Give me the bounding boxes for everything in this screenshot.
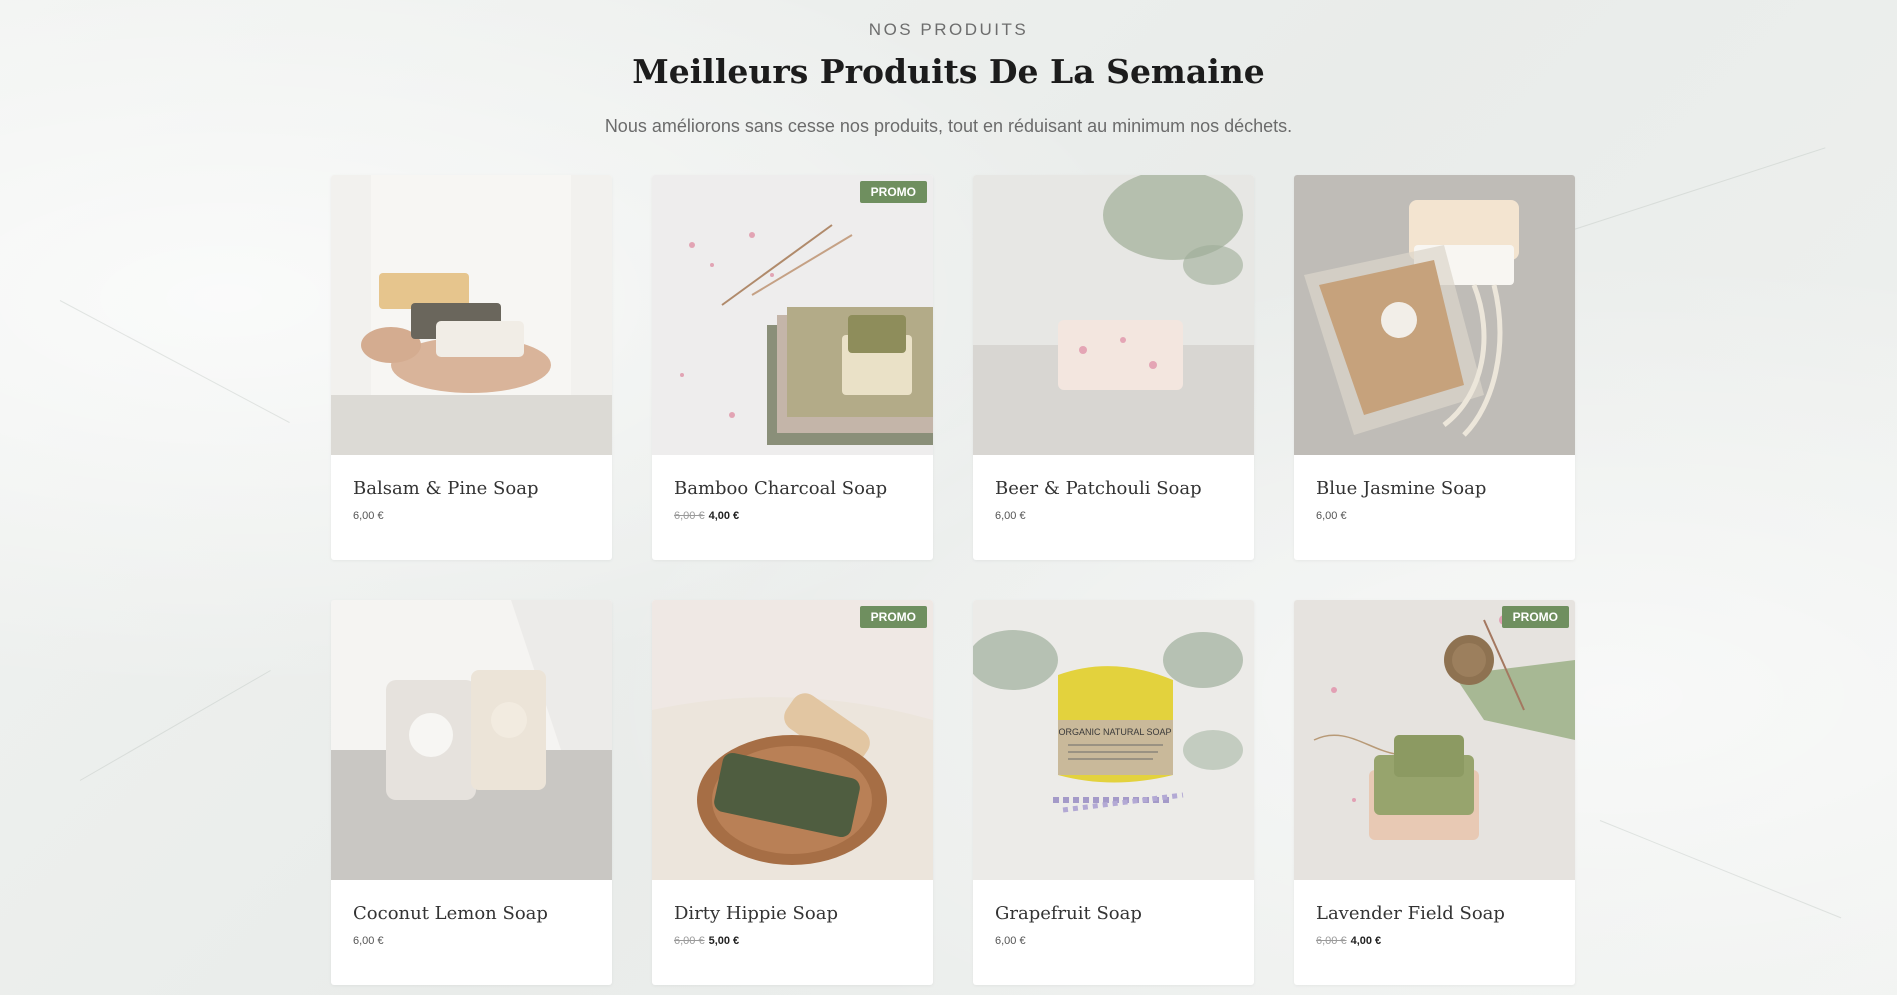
product-name[interactable]: Beer & Patchouli Soap bbox=[995, 478, 1202, 499]
old-price: 6,00 € bbox=[674, 935, 705, 947]
old-price: 6,00 € bbox=[1316, 935, 1347, 947]
current-price: 4,00 € bbox=[708, 510, 740, 522]
product-price: 6,00 €4,00 € bbox=[1316, 935, 1381, 947]
current-price: 6,00 € bbox=[995, 510, 1026, 522]
soap-label-text: ORGANIC NATURAL SOAP bbox=[1058, 727, 1171, 737]
current-price: 6,00 € bbox=[353, 935, 384, 947]
product-card[interactable]: PROMO Dirty Hippie Soap 6,00 €5,00 € bbox=[652, 600, 933, 985]
product-name[interactable]: Grapefruit Soap bbox=[995, 903, 1142, 924]
product-price: 6,00 € bbox=[995, 510, 1026, 522]
current-price: 6,00 € bbox=[353, 510, 384, 522]
product-card[interactable]: Blue Jasmine Soap 6,00 € bbox=[1294, 175, 1575, 560]
section-subtitle: Nous améliorons sans cesse nos produits,… bbox=[604, 116, 1293, 136]
current-price: 4,00 € bbox=[1350, 935, 1382, 947]
product-grid: Balsam & Pine Soap 6,00 € PROMO Bamboo C… bbox=[331, 175, 1575, 985]
product-name[interactable]: Dirty Hippie Soap bbox=[674, 903, 838, 924]
product-name[interactable]: Blue Jasmine Soap bbox=[1316, 478, 1486, 499]
product-card[interactable]: Coconut Lemon Soap 6,00 € bbox=[331, 600, 612, 985]
product-name[interactable]: Bamboo Charcoal Soap bbox=[674, 478, 887, 499]
promo-badge: PROMO bbox=[859, 606, 927, 628]
product-name[interactable]: Balsam & Pine Soap bbox=[353, 478, 538, 499]
product-card[interactable]: ORGANIC NATURAL SOAP Grapefruit Soap 6,0… bbox=[973, 600, 1254, 985]
product-price: 6,00 € bbox=[353, 510, 384, 522]
product-card[interactable]: PROMO Lavender Field Soap 6,00 €4,00 € bbox=[1294, 600, 1575, 985]
promo-badge: PROMO bbox=[1501, 606, 1569, 628]
product-name[interactable]: Coconut Lemon Soap bbox=[353, 903, 548, 924]
current-price: 6,00 € bbox=[995, 935, 1026, 947]
product-image[interactable]: PROMO bbox=[652, 175, 933, 455]
product-name[interactable]: Lavender Field Soap bbox=[1316, 903, 1505, 924]
product-price: 6,00 € bbox=[995, 935, 1026, 947]
product-image[interactable] bbox=[331, 600, 612, 880]
old-price: 6,00 € bbox=[674, 510, 705, 522]
product-image[interactable]: ORGANIC NATURAL SOAP bbox=[973, 600, 1254, 880]
product-card[interactable]: Beer & Patchouli Soap 6,00 € bbox=[973, 175, 1254, 560]
product-price: 6,00 €5,00 € bbox=[674, 935, 739, 947]
current-price: 5,00 € bbox=[708, 935, 740, 947]
product-card[interactable]: Balsam & Pine Soap 6,00 € bbox=[331, 175, 612, 560]
product-image[interactable] bbox=[331, 175, 612, 455]
product-price: 6,00 €4,00 € bbox=[674, 510, 739, 522]
product-image[interactable]: PROMO bbox=[1294, 600, 1575, 880]
section-eyebrow: NOS PRODUITS bbox=[868, 20, 1029, 39]
section-title: Meilleurs Produits De La Semaine bbox=[632, 52, 1265, 91]
product-price: 6,00 € bbox=[353, 935, 384, 947]
product-price: 6,00 € bbox=[1316, 510, 1347, 522]
product-image[interactable]: PROMO bbox=[652, 600, 933, 880]
product-card[interactable]: PROMO Bamboo Charcoal Soap 6,00 €4,00 € bbox=[652, 175, 933, 560]
product-image[interactable] bbox=[973, 175, 1254, 455]
promo-badge: PROMO bbox=[859, 181, 927, 203]
current-price: 6,00 € bbox=[1316, 510, 1347, 522]
product-image[interactable] bbox=[1294, 175, 1575, 455]
